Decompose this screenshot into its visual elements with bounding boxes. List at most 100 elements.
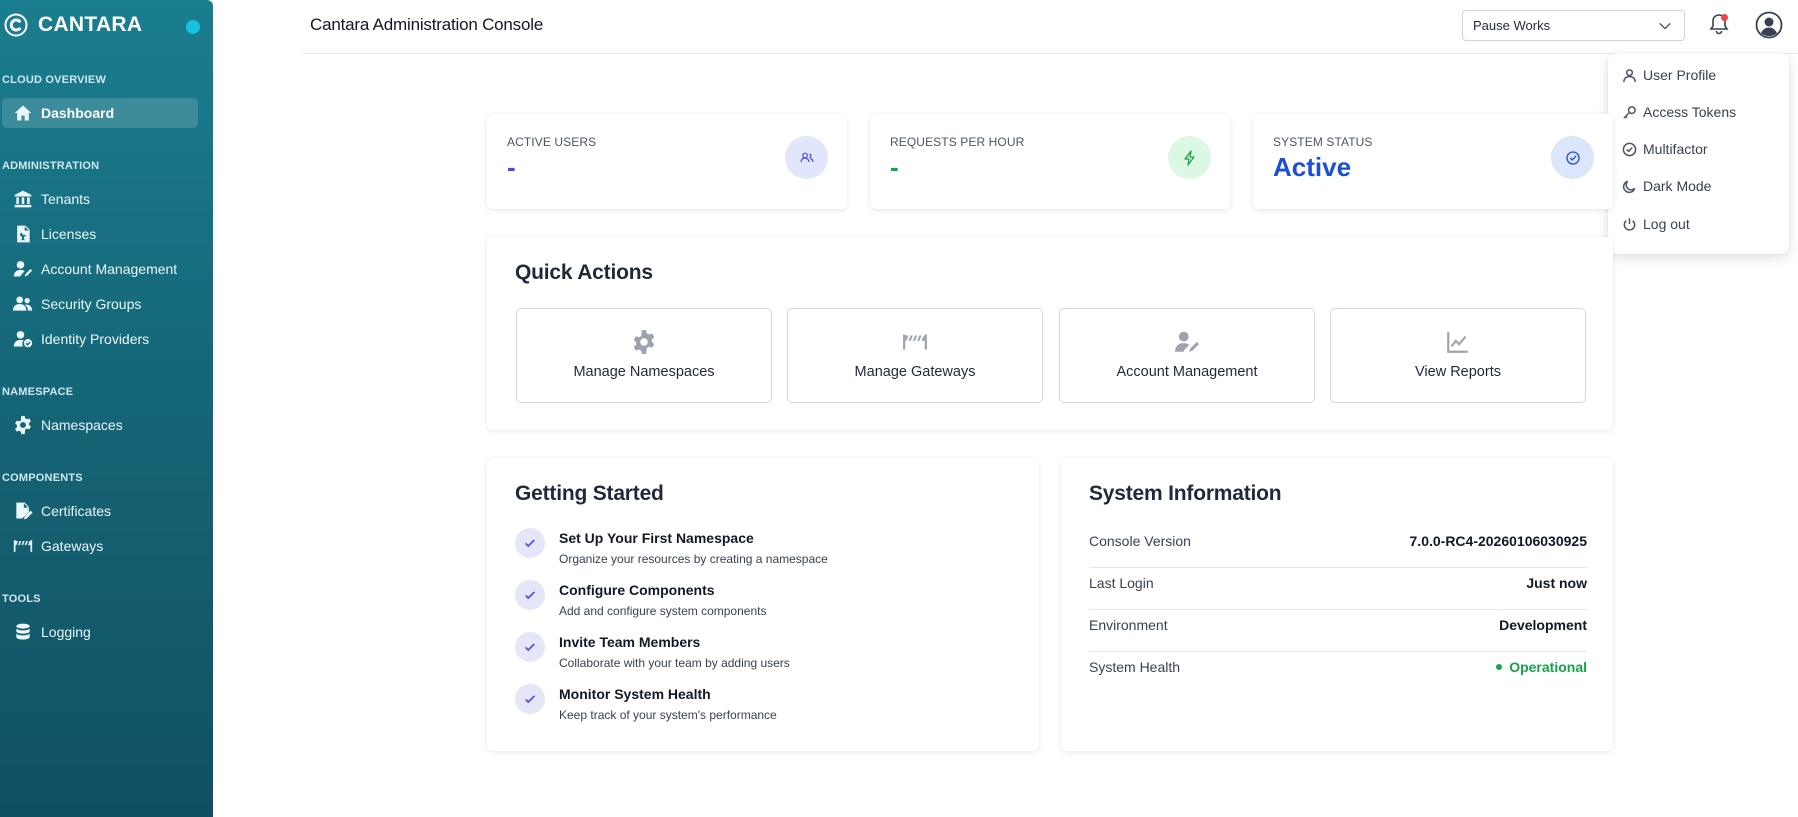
- stat-value: Active: [1273, 152, 1352, 182]
- list-item[interactable]: Invite Team Members Collaborate with you…: [515, 632, 1015, 676]
- stat-card-system-status: SYSTEM STATUS Active: [1253, 114, 1613, 209]
- system-info-row-last-login: Last Login Just now: [1089, 568, 1587, 610]
- menu-item-label: Log out: [1643, 216, 1690, 232]
- check-circle-icon: [1622, 142, 1637, 156]
- sidebar-item-certificates[interactable]: Certificates: [2, 496, 198, 526]
- key-icon: [1623, 105, 1636, 119]
- account-management-button[interactable]: Account Management: [1059, 308, 1315, 403]
- page-title: Cantara Administration Console: [310, 15, 544, 34]
- chevron-down-icon: [1659, 22, 1671, 30]
- stat-label: ACTIVE USERS: [507, 135, 597, 149]
- user-check-icon: [13, 329, 37, 349]
- sidebar-item-label: Licenses: [41, 226, 97, 242]
- user-edit-icon: [13, 259, 37, 279]
- sidebar: CANTARA CLOUD OVERVIEW Dashboard ADMINIS…: [0, 0, 213, 817]
- menu-item-label: Dark Mode: [1643, 178, 1712, 194]
- gear-icon: [13, 415, 37, 435]
- database-icon: [13, 622, 37, 642]
- brand-name: CANTARA: [38, 13, 143, 36]
- gateway-barrier-icon: [13, 536, 37, 556]
- menu-item-label: Access Tokens: [1643, 104, 1737, 120]
- sidebar-item-tenants[interactable]: Tenants: [2, 184, 198, 214]
- sidebar-item-label: Logging: [41, 624, 91, 640]
- menu-item-user-profile[interactable]: User Profile: [1622, 64, 1716, 86]
- menu-item-multifactor[interactable]: Multifactor: [1622, 138, 1708, 160]
- manage-namespaces-button[interactable]: Manage Namespaces: [516, 308, 772, 403]
- stat-label: REQUESTS PER HOUR: [890, 135, 1025, 149]
- sidebar-item-identity-providers[interactable]: Identity Providers: [2, 324, 198, 354]
- getting-started-item-title: Set Up Your First Namespace: [559, 530, 754, 546]
- list-item[interactable]: Configure Components Add and configure s…: [515, 580, 1015, 624]
- getting-started-title: Getting Started: [515, 482, 664, 505]
- menu-item-access-tokens[interactable]: Access Tokens: [1622, 101, 1736, 123]
- quick-action-label: View Reports: [1415, 364, 1501, 380]
- view-reports-button[interactable]: View Reports: [1330, 308, 1586, 403]
- stat-value: -: [507, 152, 516, 182]
- getting-started-item-desc: Organize your resources by creating a na…: [559, 552, 828, 566]
- check-icon: [515, 528, 545, 558]
- user-edit-icon: [1175, 331, 1199, 352]
- system-info-key: System Health: [1089, 659, 1181, 675]
- chart-line-icon: [1447, 332, 1468, 353]
- check-badge-icon: [1551, 136, 1594, 179]
- home-icon: [13, 103, 37, 123]
- lightning-icon: [1168, 136, 1211, 179]
- namespace-select[interactable]: Pause Works: [1462, 10, 1685, 41]
- check-icon: [515, 580, 545, 610]
- menu-item-dark-mode[interactable]: Dark Mode: [1622, 175, 1711, 197]
- system-info-value: Development: [1499, 617, 1587, 633]
- system-information-card: System Information Console Version 7.0.0…: [1061, 458, 1613, 751]
- power-icon: [1623, 217, 1636, 231]
- section-administration: ADMINISTRATION: [2, 160, 100, 172]
- sidebar-item-gateways[interactable]: Gateways: [2, 531, 198, 561]
- menu-item-label: Multifactor: [1643, 141, 1708, 157]
- user-circle-icon: [1755, 11, 1783, 39]
- user-icon: [1623, 68, 1636, 82]
- menu-item-log-out[interactable]: Log out: [1622, 213, 1690, 235]
- system-info-key: Environment: [1089, 617, 1168, 633]
- list-item[interactable]: Set Up Your First Namespace Organize you…: [515, 528, 1015, 572]
- quick-action-label: Manage Gateways: [854, 364, 976, 380]
- system-info-key: Last Login: [1089, 575, 1154, 591]
- building-icon: [13, 189, 37, 209]
- certificate-icon: [13, 501, 37, 521]
- sidebar-item-security-groups[interactable]: Security Groups: [2, 289, 198, 319]
- sidebar-item-dashboard[interactable]: Dashboard: [2, 98, 198, 128]
- list-item[interactable]: Monitor System Health Keep track of your…: [515, 684, 1015, 728]
- system-info-row-console-version: Console Version 7.0.0-RC4-20260106030925: [1089, 526, 1587, 568]
- getting-started-item-title: Monitor System Health: [559, 686, 711, 702]
- section-components: COMPONENTS: [2, 472, 83, 484]
- manage-gateways-button[interactable]: Manage Gateways: [787, 308, 1043, 403]
- system-information-title: System Information: [1089, 482, 1282, 505]
- sidebar-item-label: Dashboard: [41, 105, 115, 121]
- top-header: Cantara Administration Console Pause Wor…: [303, 0, 1798, 54]
- sidebar-item-label: Namespaces: [41, 417, 123, 433]
- sidebar-item-account-management[interactable]: Account Management: [2, 254, 198, 284]
- notification-badge: [1721, 14, 1728, 21]
- getting-started-card: Getting Started Set Up Your First Namesp…: [487, 458, 1039, 751]
- sidebar-item-label: Certificates: [41, 503, 112, 519]
- users-icon: [13, 294, 37, 314]
- system-info-value: 7.0.0-RC4-20260106030925: [1409, 533, 1587, 549]
- status-badge: Operational: [1496, 659, 1587, 675]
- sidebar-item-logging[interactable]: Logging: [2, 617, 198, 647]
- quick-actions-title: Quick Actions: [515, 261, 653, 284]
- stat-card-requests-per-hour: REQUESTS PER HOUR -: [870, 114, 1230, 209]
- getting-started-item-desc: Keep track of your system's performance: [559, 708, 777, 722]
- gateway-barrier-icon: [903, 334, 927, 350]
- section-cloud-overview: CLOUD OVERVIEW: [2, 74, 107, 86]
- user-avatar-button[interactable]: [1755, 11, 1783, 39]
- notifications-button[interactable]: [1707, 12, 1731, 36]
- sidebar-item-licenses[interactable]: Licenses: [2, 219, 198, 249]
- system-health-value: Operational: [1509, 659, 1587, 675]
- getting-started-item-desc: Collaborate with your team by adding use…: [559, 656, 790, 670]
- namespace-select-value: Pause Works: [1473, 18, 1551, 33]
- system-info-key: Console Version: [1089, 533, 1191, 549]
- system-info-row-environment: Environment Development: [1089, 610, 1587, 652]
- brand[interactable]: CANTARA: [4, 12, 200, 38]
- system-info-value: Just now: [1526, 575, 1587, 591]
- quick-action-label: Account Management: [1116, 364, 1258, 380]
- sidebar-item-namespaces[interactable]: Namespaces: [2, 410, 198, 440]
- license-file-icon: [13, 224, 37, 244]
- getting-started-item-desc: Add and configure system components: [559, 604, 767, 618]
